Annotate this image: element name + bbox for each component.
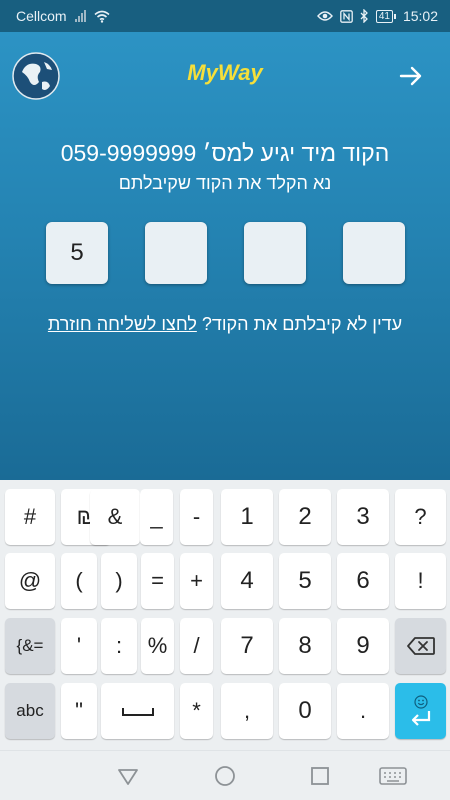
key-exclamation[interactable]: ! <box>395 553 446 609</box>
carrier-label: Cellcom <box>16 8 67 24</box>
back-triangle-icon[interactable] <box>115 763 141 789</box>
home-circle-icon[interactable] <box>212 763 238 789</box>
key-dash[interactable]: - <box>180 489 213 545</box>
backspace-icon <box>406 637 435 655</box>
key-at[interactable]: @ <box>5 553 55 609</box>
key-space[interactable] <box>101 683 174 739</box>
status-bar: Cellcom 41 15:02 <box>0 0 450 32</box>
code-sent-title: הקוד מיד יגיע למס׳ 059-9999999 <box>60 140 390 166</box>
key-ampersand[interactable]: & <box>90 489 140 545</box>
resend-line: עדין לא קיבלתם את הקוד? לחצו לשליחה חוזר… <box>0 314 450 335</box>
code-digit-input[interactable] <box>145 222 207 284</box>
key-underscore[interactable]: _ <box>140 489 173 545</box>
key-3[interactable]: 3 <box>337 489 389 545</box>
key-enter[interactable] <box>395 683 446 739</box>
clock: 15:02 <box>402 8 438 24</box>
key-question[interactable]: ? <box>395 489 446 545</box>
resend-link[interactable]: לחצו לשליחה חוזרת <box>48 314 197 334</box>
system-nav-bar <box>0 750 450 800</box>
keyboard-icon[interactable] <box>378 763 408 789</box>
numeric-keyboard: # ₪ & _ - 1 2 3 ? @ ( ) = + 4 5 6 ! {&= … <box>0 480 450 750</box>
key-colon[interactable]: : <box>101 618 137 674</box>
battery-icon: 41 <box>375 9 396 23</box>
key-symbols-toggle[interactable]: {&= <box>5 618 55 674</box>
nfc-icon <box>339 9 353 23</box>
key-8[interactable]: 8 <box>279 618 331 674</box>
app-screen: MyWay הקוד מיד יגיע למס׳ 059-9999999 נא … <box>0 32 450 480</box>
code-instruction: נא הקלד את הקוד שקיבלתם <box>118 173 332 193</box>
wifi-icon <box>94 10 110 23</box>
eye-icon <box>316 11 333 21</box>
key-comma[interactable]: , <box>221 683 273 739</box>
key-9[interactable]: 9 <box>337 618 389 674</box>
recents-square-icon[interactable] <box>307 763 333 789</box>
key-backspace[interactable] <box>395 618 446 674</box>
key-paren-close[interactable]: ) <box>101 553 137 609</box>
key-percent[interactable]: % <box>141 618 174 674</box>
key-paren-open[interactable]: ( <box>61 553 97 609</box>
key-asterisk[interactable]: * <box>180 683 213 739</box>
code-digit-input[interactable]: 5 <box>46 222 108 284</box>
app-brand: MyWay <box>187 60 263 85</box>
key-abc[interactable]: abc <box>5 683 55 739</box>
code-digit-input[interactable] <box>343 222 405 284</box>
key-7[interactable]: 7 <box>221 618 273 674</box>
emoji-icon <box>413 695 428 709</box>
enter-icon <box>411 711 430 726</box>
signal-icon <box>74 10 86 22</box>
key-quote[interactable]: " <box>61 683 97 739</box>
key-period[interactable]: . <box>337 683 389 739</box>
code-digit-input[interactable] <box>244 222 306 284</box>
key-1[interactable]: 1 <box>221 489 273 545</box>
key-5[interactable]: 5 <box>279 553 331 609</box>
arrow-right-icon[interactable] <box>398 63 424 89</box>
key-4[interactable]: 4 <box>221 553 273 609</box>
bluetooth-icon <box>360 9 368 23</box>
key-plus[interactable]: + <box>180 553 213 609</box>
key-slash[interactable]: / <box>180 618 213 674</box>
resend-prompt: עדין לא קיבלתם את הקוד? <box>201 314 403 334</box>
key-hash[interactable]: # <box>5 489 55 545</box>
key-apostrophe[interactable]: ' <box>61 618 97 674</box>
space-icon <box>121 708 154 716</box>
key-equals[interactable]: = <box>141 553 174 609</box>
battery-level: 41 <box>375 9 393 23</box>
key-6[interactable]: 6 <box>337 553 389 609</box>
key-2[interactable]: 2 <box>279 489 331 545</box>
key-0[interactable]: 0 <box>279 683 331 739</box>
